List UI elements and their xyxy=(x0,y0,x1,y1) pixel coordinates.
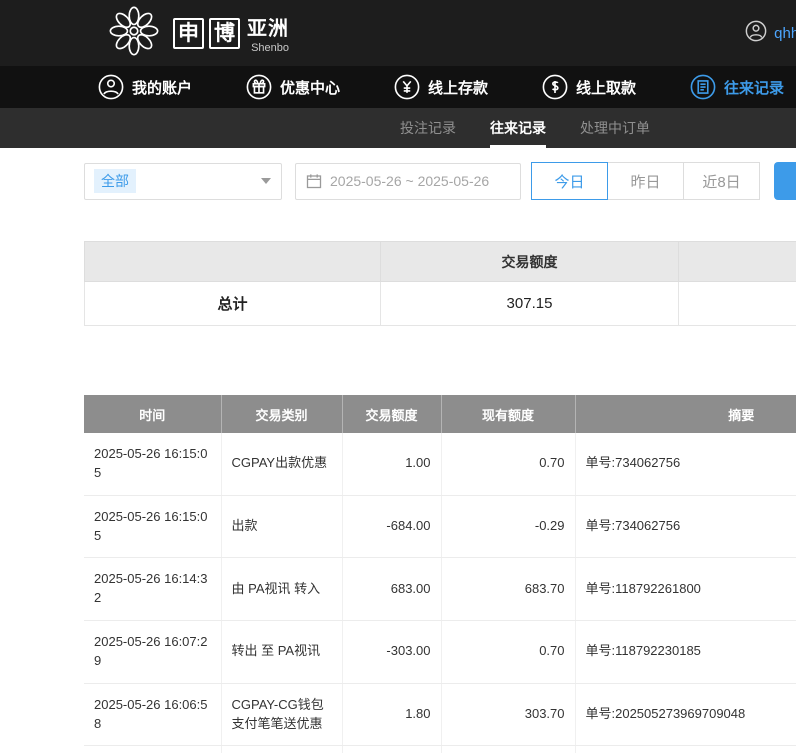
main-nav: 我的账户 优惠中心 线上存款 xyxy=(0,66,796,108)
col-header-balance: 现有额度 xyxy=(441,395,575,433)
today-button[interactable]: 今日 xyxy=(531,162,608,200)
cell-amount: 1.00 xyxy=(342,433,441,495)
deposit-icon xyxy=(394,74,420,100)
cell-type: 出款 xyxy=(221,495,342,558)
nav-label: 我的账户 xyxy=(132,77,192,98)
nav-label: 往来记录 xyxy=(724,77,784,98)
top-header: 申 博 亚洲 Shenbo qhhw xyxy=(0,0,796,66)
category-select[interactable]: 全部 xyxy=(84,163,282,200)
cell-type: CGPAY出款优惠 xyxy=(221,433,342,495)
nav-item-promotions[interactable]: 优惠中心 xyxy=(246,74,352,100)
flower-logo-icon xyxy=(108,5,160,62)
cell-memo: 单号:118792261800 xyxy=(575,558,796,621)
cell-memo: 单号:734062756 xyxy=(575,433,796,495)
cell-memo: 单号:202505273969709048 xyxy=(575,746,796,753)
date-range-input[interactable]: 2025-05-26 ~ 2025-05-26 xyxy=(295,163,521,200)
cell-balance: 301.90 xyxy=(441,746,575,753)
calendar-icon xyxy=(306,173,322,189)
table-row: 2025-05-26 16:06:58CGPAY支付301.00301.90单号… xyxy=(84,746,796,753)
cell-time: 2025-05-26 16:06:58 xyxy=(84,746,221,753)
table-row: 2025-05-26 16:15:05CGPAY出款优惠1.000.70单号:7… xyxy=(84,433,796,495)
gift-icon xyxy=(246,74,272,100)
col-header-memo: 摘要 xyxy=(575,395,796,433)
cell-time: 2025-05-26 16:15:05 xyxy=(84,433,221,495)
nav-label: 线上取款 xyxy=(576,77,636,98)
category-selected-value: 全部 xyxy=(94,169,136,193)
user-avatar-icon xyxy=(745,20,767,47)
chevron-down-icon xyxy=(251,164,281,199)
cell-time: 2025-05-26 16:07:29 xyxy=(84,621,221,684)
nav-label: 优惠中心 xyxy=(280,77,340,98)
cell-amount: 1.80 xyxy=(342,683,441,746)
cell-memo: 单号:202505273969709048 xyxy=(575,683,796,746)
last-8-days-button[interactable]: 近8日 xyxy=(683,162,760,200)
summary-empty-cell xyxy=(679,282,796,326)
summary-header-amount: 交易额度 xyxy=(381,242,679,282)
nav-item-transaction-records[interactable]: 往来记录 xyxy=(690,74,796,100)
content: 全部 2025-05-26 ~ 2025-05-26 今日 昨日 近8日 xyxy=(0,162,796,753)
tab-transaction-records[interactable]: 往来记录 xyxy=(490,108,546,148)
transactions-body: 2025-05-26 16:15:05CGPAY出款优惠1.000.70单号:7… xyxy=(84,433,796,753)
nav-item-deposit[interactable]: 线上存款 xyxy=(394,74,500,100)
cell-balance: 303.70 xyxy=(441,683,575,746)
transactions-table: 时间 交易类别 交易额度 现有额度 摘要 2025-05-26 16:15:05… xyxy=(84,395,796,753)
table-row: 2025-05-26 16:15:05出款-684.00-0.29单号:7340… xyxy=(84,495,796,558)
summary-total-value: 307.15 xyxy=(381,282,679,326)
tab-processing-orders[interactable]: 处理中订单 xyxy=(580,108,650,148)
nav-label: 线上存款 xyxy=(428,77,488,98)
user-account[interactable]: qhhw xyxy=(745,20,796,47)
quick-date-buttons: 今日 昨日 近8日 xyxy=(532,162,760,200)
logo[interactable]: 申 博 亚洲 Shenbo xyxy=(108,5,289,62)
cell-type: 由 PA视讯 转入 xyxy=(221,558,342,621)
date-range-value: 2025-05-26 ~ 2025-05-26 xyxy=(330,173,489,189)
nav-item-my-account[interactable]: 我的账户 xyxy=(98,74,204,100)
cell-memo: 单号:734062756 xyxy=(575,495,796,558)
cell-type: 转出 至 PA视讯 xyxy=(221,621,342,684)
transactions-header-row: 时间 交易类别 交易额度 现有额度 摘要 xyxy=(84,395,796,433)
record-tabs: 投注记录 往来记录 处理中订单 xyxy=(0,108,796,148)
col-header-type: 交易类别 xyxy=(221,395,342,433)
logo-subtitle: Shenbo xyxy=(251,42,289,54)
col-header-amount: 交易额度 xyxy=(342,395,441,433)
cell-type: CGPAY支付 xyxy=(221,746,342,753)
records-icon xyxy=(690,74,716,100)
summary-row: 总计 307.15 xyxy=(85,282,796,326)
page: 申 博 亚洲 Shenbo qhhw xyxy=(0,0,796,753)
cell-memo: 单号:118792230185 xyxy=(575,621,796,684)
table-row: 2025-05-26 16:06:58CGPAY-CG钱包支付笔笔送优惠1.80… xyxy=(84,683,796,746)
filter-bar: 全部 2025-05-26 ~ 2025-05-26 今日 昨日 近8日 xyxy=(84,162,796,200)
nav-item-withdraw[interactable]: 线上取款 xyxy=(542,74,648,100)
summary-table: 交易额度 总计 307.15 xyxy=(84,241,796,326)
table-row: 2025-05-26 16:07:29转出 至 PA视讯-303.000.70单… xyxy=(84,621,796,684)
cell-balance: 0.70 xyxy=(441,621,575,684)
summary-total-label: 总计 xyxy=(85,282,381,326)
withdraw-icon xyxy=(542,74,568,100)
logo-region: 亚洲 xyxy=(247,12,289,41)
user-icon xyxy=(98,74,124,100)
cell-amount: 683.00 xyxy=(342,558,441,621)
summary-header-empty2 xyxy=(679,242,796,282)
cell-type: CGPAY-CG钱包支付笔笔送优惠 xyxy=(221,683,342,746)
search-button[interactable] xyxy=(774,162,796,200)
cell-amount: -684.00 xyxy=(342,495,441,558)
cell-amount: -303.00 xyxy=(342,621,441,684)
summary-header-empty xyxy=(85,242,381,282)
cell-time: 2025-05-26 16:06:58 xyxy=(84,683,221,746)
cell-time: 2025-05-26 16:15:05 xyxy=(84,495,221,558)
table-row: 2025-05-26 16:14:32由 PA视讯 转入683.00683.70… xyxy=(84,558,796,621)
cell-time: 2025-05-26 16:14:32 xyxy=(84,558,221,621)
cell-amount: 301.00 xyxy=(342,746,441,753)
logo-char-bo: 博 xyxy=(209,18,240,49)
cell-balance: -0.29 xyxy=(441,495,575,558)
tab-betting-records[interactable]: 投注记录 xyxy=(400,108,456,148)
cell-balance: 0.70 xyxy=(441,433,575,495)
username: qhhw xyxy=(774,25,796,42)
logo-char-shen: 申 xyxy=(173,18,204,49)
cell-balance: 683.70 xyxy=(441,558,575,621)
col-header-time: 时间 xyxy=(84,395,221,433)
yesterday-button[interactable]: 昨日 xyxy=(607,162,684,200)
